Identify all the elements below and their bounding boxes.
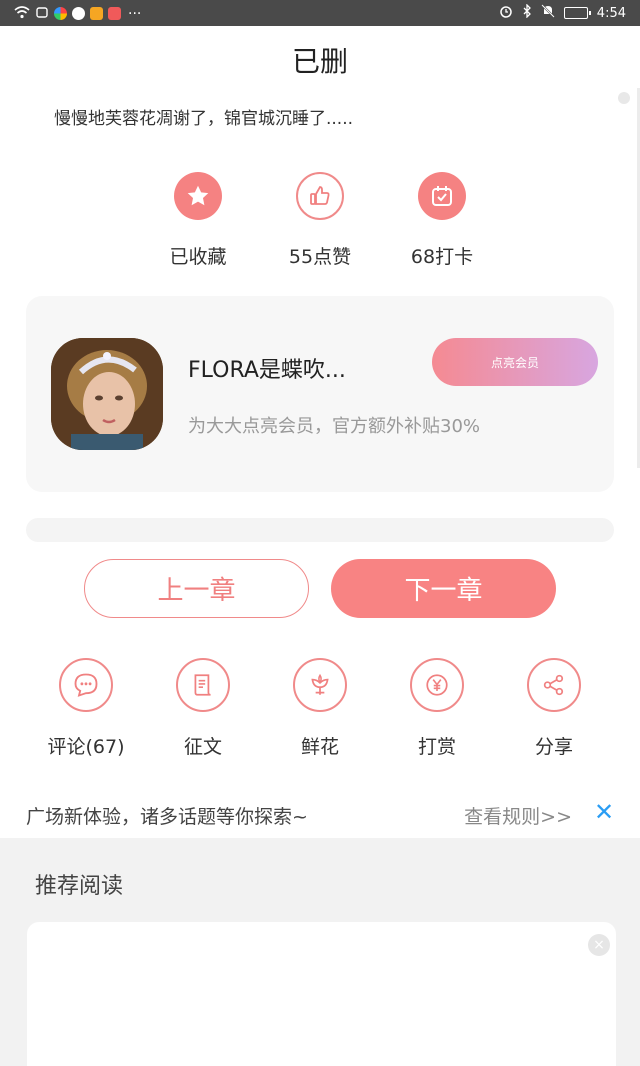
app-icon-colorful [54, 7, 67, 20]
star-icon[interactable] [174, 172, 222, 220]
more-notifications-icon: ··· [128, 5, 142, 22]
activate-member-button[interactable]: 点亮会员 [432, 338, 598, 386]
calendar-check-icon[interactable] [418, 172, 466, 220]
wifi-icon [14, 4, 30, 23]
recommended-section: 推荐阅读 × [0, 838, 640, 1066]
reward-action[interactable]: 打赏 [382, 658, 492, 759]
battery-icon [563, 7, 591, 19]
plaza-banner: 广场新体验，诸多话题等你探索~ 查看规则>> ✕ [26, 798, 616, 830]
yen-icon[interactable] [410, 658, 464, 712]
recommended-card[interactable]: × [27, 922, 616, 1066]
checkin-count-label: 68打卡 [410, 246, 474, 268]
status-bar: ··· 4:54 [0, 0, 640, 26]
reward-label: 打赏 [417, 736, 456, 758]
scrollbar-thumb[interactable] [618, 92, 630, 104]
mute-bell-icon [541, 4, 555, 22]
scroll-icon[interactable] [176, 658, 230, 712]
like-count-label: 55点赞 [288, 246, 352, 268]
app-icon-red [108, 7, 121, 20]
flower-action[interactable]: 鲜花 [265, 658, 375, 759]
article-excerpt: 慢慢地芙蓉花凋谢了，锦官城沉睡了..... [54, 109, 354, 129]
thumbs-up-icon[interactable] [296, 172, 344, 220]
author-avatar[interactable] [51, 338, 163, 450]
stats-row: 已收藏 55点赞 68打卡 [0, 172, 640, 272]
share-icon[interactable] [527, 658, 581, 712]
essay-action[interactable]: 征文 [148, 658, 258, 759]
comment-action[interactable]: 评论(67) [31, 658, 141, 759]
app-icon-orange [90, 7, 103, 20]
close-banner-icon[interactable]: ✕ [592, 798, 616, 826]
plaza-text: 广场新体验，诸多话题等你探索~ [26, 806, 308, 828]
comment-label: 评论(67) [47, 736, 125, 758]
share-action[interactable]: 分享 [499, 658, 609, 759]
alarm-icon [499, 4, 513, 22]
app-icon-play [72, 7, 85, 20]
view-rules-link[interactable]: 查看规则>> [464, 802, 572, 829]
actions-row: 评论(67) 征文 鲜花 打赏 分享 [0, 658, 640, 768]
next-chapter-button[interactable]: 下一章 [331, 559, 556, 618]
like-stat[interactable]: 55点赞 [260, 172, 380, 269]
prev-chapter-button[interactable]: 上一章 [84, 559, 309, 618]
favorite-stat[interactable]: 已收藏 [138, 172, 258, 269]
recommended-title: 推荐阅读 [35, 874, 124, 899]
favorite-label: 已收藏 [169, 246, 227, 268]
status-left-icons: ··· [14, 4, 141, 23]
flower-label: 鲜花 [300, 736, 339, 758]
status-right-icons: 4:54 [499, 3, 626, 22]
essay-label: 征文 [183, 736, 222, 758]
checkin-stat[interactable]: 68打卡 [382, 172, 502, 269]
bluetooth-icon [522, 3, 532, 22]
author-member-card: FLORA是蝶吹... 点亮会员 为大大点亮会员，官方额外补贴30% [26, 296, 614, 492]
flower-icon[interactable] [293, 658, 347, 712]
author-name[interactable]: FLORA是蝶吹... [188, 352, 346, 384]
close-recommend-icon[interactable]: × [588, 934, 610, 956]
page-title: 已删 [291, 45, 348, 78]
member-description: 为大大点亮会员，官方额外补贴30% [188, 416, 481, 437]
comment-icon[interactable] [59, 658, 113, 712]
placeholder-bar [26, 518, 614, 542]
share-label: 分享 [534, 736, 573, 758]
status-time: 4:54 [596, 5, 626, 21]
cloud-icon [35, 4, 49, 23]
